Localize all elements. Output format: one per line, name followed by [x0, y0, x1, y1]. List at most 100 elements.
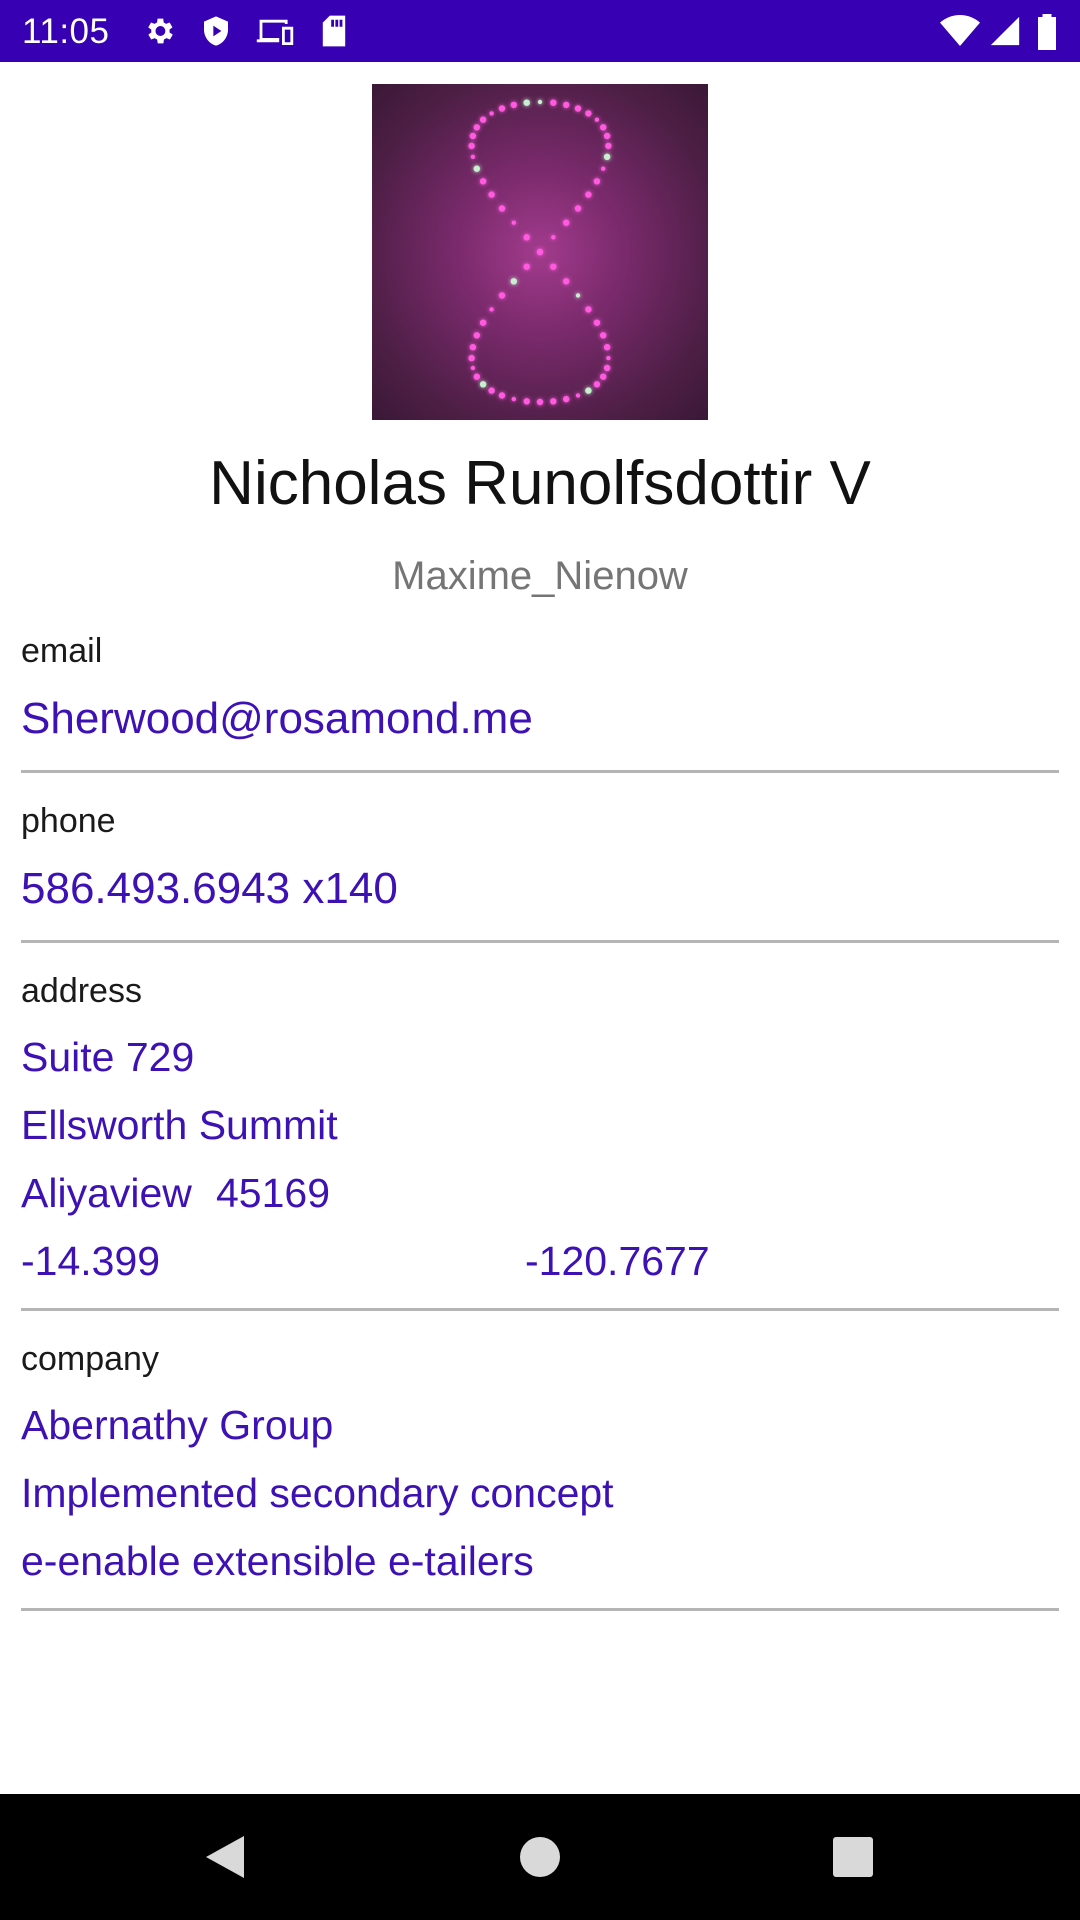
light-dot — [585, 191, 592, 198]
email-value[interactable]: Sherwood@rosamond.me — [21, 694, 533, 744]
light-dot — [600, 332, 607, 339]
light-dot — [601, 166, 606, 171]
light-dot — [536, 248, 544, 256]
status-time: 11:05 — [22, 12, 110, 51]
light-dot — [479, 319, 487, 326]
light-dot — [468, 354, 475, 362]
company-divider — [21, 1608, 1059, 1611]
light-dot — [470, 365, 476, 371]
light-dot — [473, 373, 480, 380]
light-dot — [489, 307, 494, 312]
navigation-bar — [0, 1794, 1080, 1920]
email-label: email — [21, 632, 103, 670]
light-dot — [551, 235, 556, 240]
light-dot — [488, 191, 495, 198]
sd-card-icon — [322, 15, 346, 47]
light-dot — [550, 263, 557, 270]
light-dot — [593, 319, 601, 326]
address-latitude[interactable]: -14.399 — [21, 1238, 160, 1285]
light-dot — [510, 101, 517, 109]
status-icons-right — [940, 14, 1080, 50]
light-dot — [585, 387, 592, 394]
light-dot — [537, 99, 543, 105]
light-dot — [600, 124, 607, 131]
settings-icon — [148, 18, 173, 44]
company-bs[interactable]: e-enable extensible e-tailers — [21, 1538, 534, 1585]
light-dot — [479, 178, 487, 185]
shield-play-icon — [204, 16, 228, 46]
light-dot — [511, 220, 516, 225]
status-bar: 11:05 — [0, 0, 1080, 62]
light-dot — [563, 395, 570, 403]
light-dot — [470, 154, 476, 159]
light-dot — [605, 142, 612, 150]
light-dot — [523, 234, 530, 241]
light-dot — [606, 355, 611, 361]
address-zipcode[interactable]: 45169 — [216, 1170, 330, 1217]
light-dot — [563, 101, 570, 109]
company-catch-phrase[interactable]: Implemented secondary concept — [21, 1470, 614, 1517]
address-label: address — [21, 972, 142, 1010]
light-dot — [468, 142, 475, 150]
light-dot — [603, 153, 611, 160]
wifi-icon — [940, 15, 980, 46]
light-dot — [603, 344, 611, 351]
light-dot — [575, 293, 581, 298]
light-dot — [473, 165, 480, 172]
recents-icon[interactable] — [828, 1832, 878, 1882]
phone-divider — [21, 940, 1059, 943]
light-dot — [536, 398, 544, 406]
light-dot — [585, 110, 592, 117]
light-dot — [489, 111, 494, 116]
light-dot — [510, 278, 517, 285]
light-dot — [498, 392, 506, 399]
light-dot — [523, 263, 530, 270]
profile-username: Maxime_Nienow — [392, 554, 688, 598]
light-dot — [593, 178, 601, 185]
address-street[interactable]: Ellsworth Summit — [21, 1102, 338, 1149]
light-dot — [473, 124, 480, 131]
light-dot — [594, 117, 600, 122]
email-section: email Sherwood@rosamond.me — [21, 628, 1059, 776]
avatar — [372, 84, 708, 420]
light-dot — [469, 344, 477, 351]
phone-section: phone 586.493.6943 x140 — [21, 798, 1059, 946]
light-dot — [563, 278, 570, 285]
home-icon[interactable] — [515, 1832, 565, 1882]
light-dot — [550, 99, 557, 106]
light-dot — [523, 99, 530, 106]
profile-name: Nicholas Runolfsdottir V — [209, 449, 871, 518]
signal-icon — [990, 16, 1020, 46]
light-dot — [600, 373, 607, 380]
address-longitude[interactable]: -120.7677 — [525, 1238, 710, 1285]
light-dot — [511, 396, 516, 402]
light-dot — [574, 105, 582, 112]
address-section: address Suite 729 Ellsworth Summit Aliya… — [21, 968, 1059, 1314]
light-dot — [488, 387, 495, 394]
light-dot — [575, 393, 581, 398]
light-dot — [574, 205, 582, 212]
company-name[interactable]: Abernathy Group — [21, 1402, 333, 1449]
light-dot — [498, 205, 506, 212]
email-divider — [21, 770, 1059, 773]
back-icon[interactable] — [200, 1832, 250, 1882]
phone-value[interactable]: 586.493.6943 x140 — [21, 864, 398, 914]
address-city[interactable]: Aliyaview — [21, 1170, 192, 1217]
light-dot — [469, 132, 477, 140]
light-dot — [585, 306, 592, 313]
figure-eight-lights-image — [468, 99, 612, 406]
light-dot — [498, 292, 506, 299]
light-dot — [603, 132, 611, 140]
address-divider — [21, 1308, 1059, 1311]
light-dot — [498, 105, 506, 112]
light-dot — [550, 398, 557, 405]
phone-label: phone — [21, 802, 116, 840]
address-suite[interactable]: Suite 729 — [21, 1034, 194, 1081]
company-section: company Abernathy Group Implemented seco… — [21, 1336, 1059, 1614]
light-dot — [563, 219, 570, 226]
light-dot — [593, 381, 601, 388]
company-label: company — [21, 1340, 159, 1378]
battery-icon — [1038, 14, 1056, 50]
light-dot — [523, 398, 530, 405]
light-dot — [479, 381, 487, 388]
